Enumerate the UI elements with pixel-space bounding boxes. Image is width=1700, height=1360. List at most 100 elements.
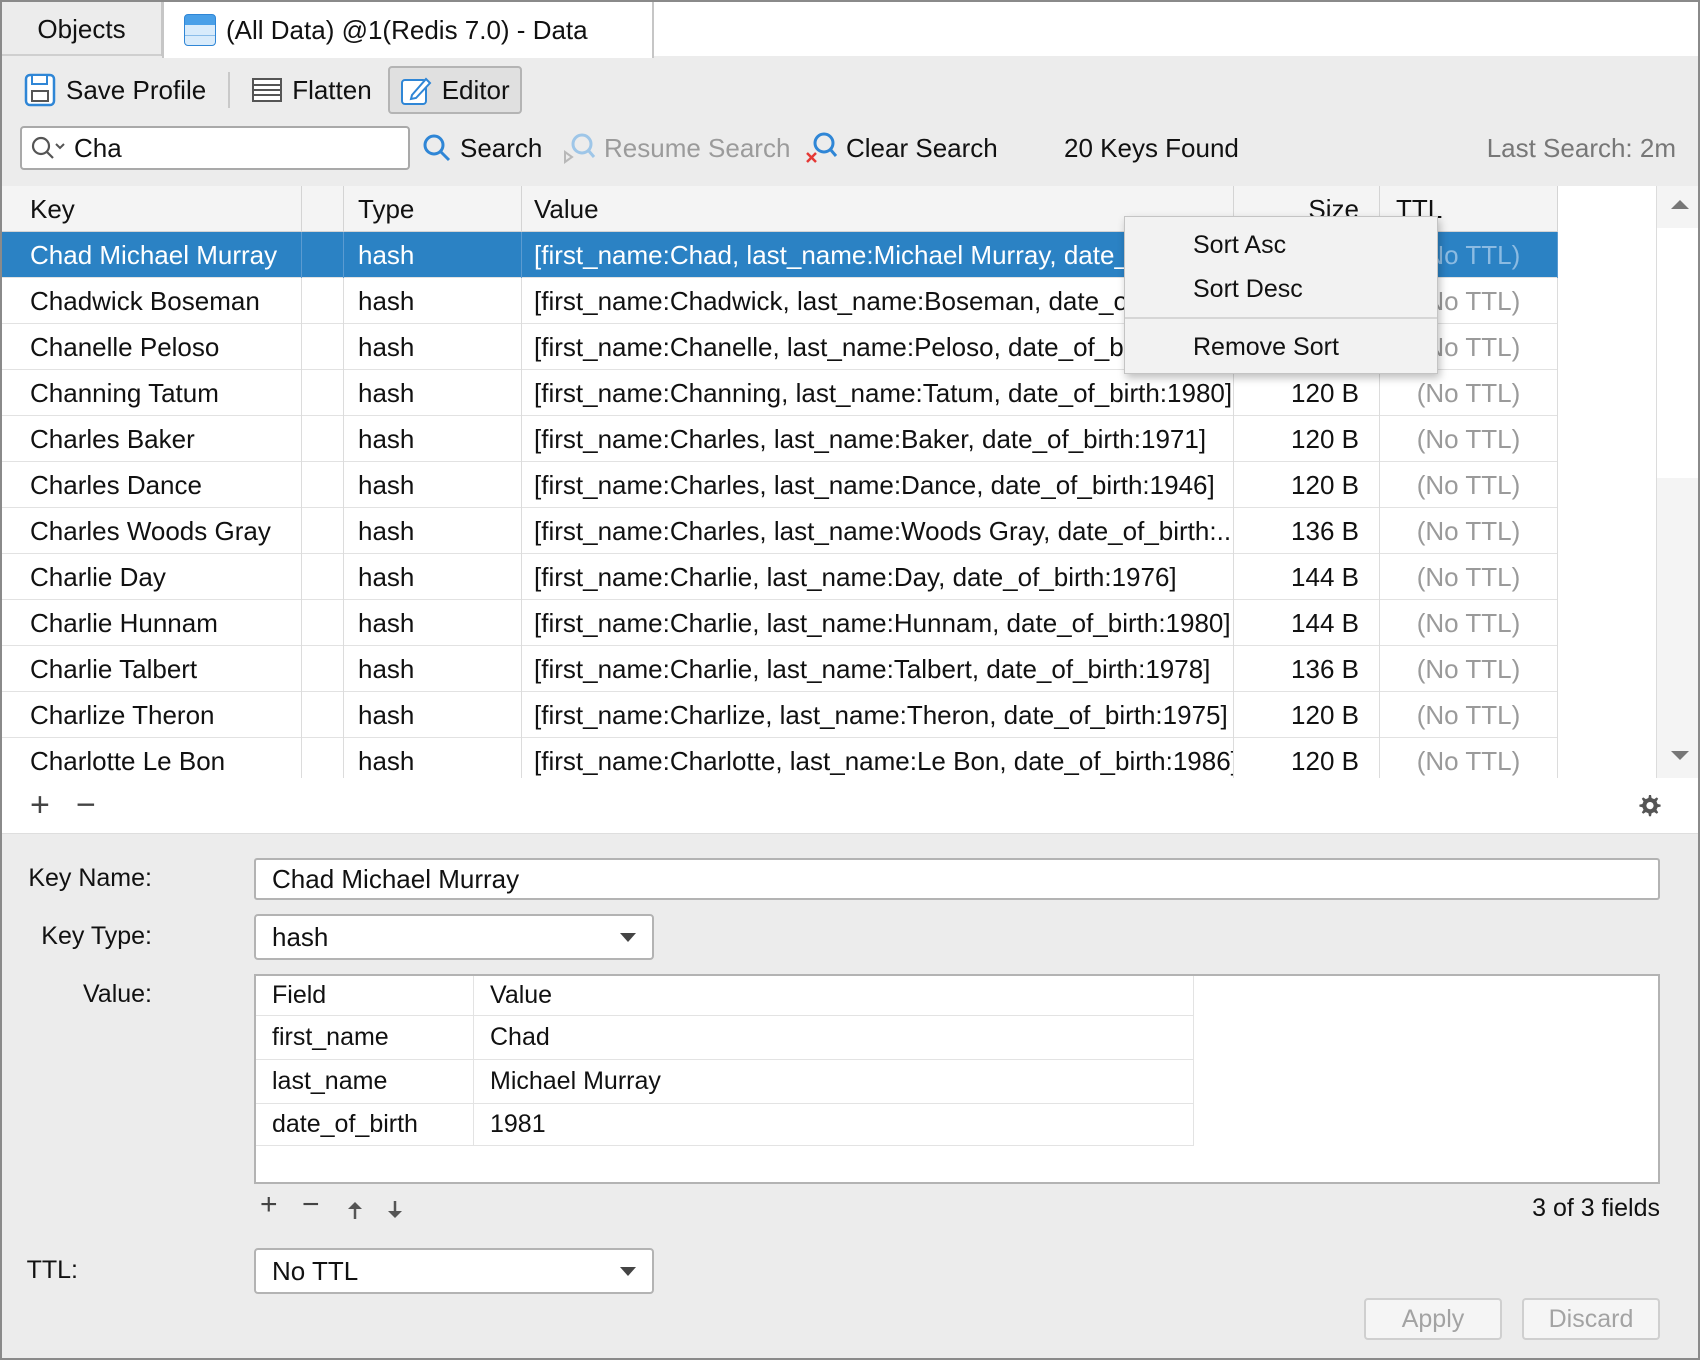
search-button-label: Search — [460, 132, 543, 163]
table-row[interactable]: Charles Dance hash [first_name:Charles, … — [2, 462, 1558, 508]
table-row[interactable]: Charlize Theron hash [first_name:Charliz… — [2, 692, 1558, 738]
vertical-scrollbar[interactable] — [1656, 186, 1698, 778]
table-row[interactable]: Charles Woods Gray hash [first_name:Char… — [2, 508, 1558, 554]
size-cell: 144 B — [1234, 554, 1380, 600]
blank-cell — [302, 278, 344, 324]
blank-cell — [302, 508, 344, 554]
editor-button[interactable]: Editor — [387, 66, 522, 114]
type-cell: hash — [344, 278, 522, 324]
size-cell: 144 B — [1234, 600, 1380, 646]
flatten-label: Flatten — [292, 74, 372, 105]
key-type-label: Key Type: — [41, 922, 152, 950]
remove-field-icon[interactable]: − — [302, 1190, 320, 1220]
value-column-header[interactable]: Value — [474, 976, 1194, 1015]
settings-gear-icon[interactable] — [1638, 794, 1662, 818]
column-header-key[interactable]: Key — [2, 186, 302, 232]
key-cell: Chad Michael Murray — [2, 232, 302, 278]
last-search-time: Last Search: 2m — [1486, 133, 1676, 163]
search-icon — [423, 134, 451, 162]
move-up-icon[interactable] — [346, 1200, 364, 1220]
add-field-icon[interactable]: + — [260, 1190, 278, 1220]
hash-row[interactable]: last_name Michael Murray — [256, 1060, 1194, 1104]
move-down-icon[interactable] — [386, 1200, 404, 1220]
column-header-type[interactable]: Type — [344, 186, 522, 232]
table-row[interactable]: Charles Baker hash [first_name:Charles, … — [2, 416, 1558, 462]
type-cell: hash — [344, 600, 522, 646]
search-input[interactable]: Cha — [20, 126, 410, 170]
ttl-cell: (No TTL) — [1380, 692, 1558, 738]
remove-key-icon[interactable]: − — [76, 788, 96, 822]
ttl-select[interactable]: No TTL — [254, 1248, 654, 1294]
discard-button[interactable]: Discard — [1522, 1298, 1660, 1340]
type-cell: hash — [344, 646, 522, 692]
hash-row[interactable]: date_of_birth 1981 — [256, 1104, 1194, 1146]
menu-item-sort-asc[interactable]: Sort Asc — [1193, 225, 1286, 265]
resume-search-label: Resume Search — [604, 132, 791, 163]
type-cell: hash — [344, 508, 522, 554]
sort-context-menu: Sort Asc Sort Desc Remove Sort — [1124, 216, 1438, 374]
tab-data[interactable]: (All Data) @1(Redis 7.0) - Data — [162, 2, 654, 58]
value-cell: [first_name:Charlie, last_name:Hunnam, d… — [522, 600, 1234, 646]
key-cell: Charlie Day — [2, 554, 302, 600]
value-cell: [first_name:Charlie, last_name:Day, date… — [522, 554, 1234, 600]
key-cell: Chadwick Boseman — [2, 278, 302, 324]
ttl-cell: (No TTL) — [1380, 416, 1558, 462]
hash-row[interactable]: first_name Chad — [256, 1016, 1194, 1060]
blank-cell — [302, 554, 344, 600]
ttl-cell: (No TTL) — [1380, 600, 1558, 646]
type-cell: hash — [344, 554, 522, 600]
apply-button[interactable]: Apply — [1364, 1298, 1502, 1340]
scroll-down-icon[interactable] — [1671, 751, 1689, 760]
value-cell: [first_name:Charles, last_name:Woods Gra… — [522, 508, 1234, 554]
table-actions-bar: + − — [2, 778, 1698, 834]
table-row[interactable]: Charlie Hunnam hash [first_name:Charlie,… — [2, 600, 1558, 646]
save-profile-label: Save Profile — [66, 74, 207, 105]
key-cell: Channing Tatum — [2, 370, 302, 416]
blank-cell — [302, 646, 344, 692]
save-profile-button[interactable]: Save Profile — [18, 66, 212, 114]
key-cell: Charlie Hunnam — [2, 600, 302, 646]
table-row[interactable]: Charlie Day hash [first_name:Charlie, la… — [2, 554, 1558, 600]
ttl-cell: (No TTL) — [1380, 370, 1558, 416]
hash-field-cell: first_name — [256, 1016, 474, 1059]
value-cell: [first_name:Charlotte, last_name:Le Bon,… — [522, 738, 1234, 778]
resume-search-button[interactable]: Resume Search — [562, 128, 790, 168]
field-column-header[interactable]: Field — [256, 976, 474, 1015]
blank-cell — [302, 416, 344, 462]
table-row[interactable]: Channing Tatum hash [first_name:Channing… — [2, 370, 1558, 416]
keys-found-count: 20 Keys Found — [1064, 133, 1239, 163]
menu-item-remove-sort[interactable]: Remove Sort — [1193, 327, 1339, 367]
add-key-icon[interactable]: + — [30, 788, 50, 822]
key-cell: Charles Dance — [2, 462, 302, 508]
blank-cell — [302, 324, 344, 370]
type-cell: hash — [344, 462, 522, 508]
tab-objects[interactable]: Objects — [2, 2, 162, 56]
type-cell: hash — [344, 232, 522, 278]
hash-value-cell: Chad — [474, 1016, 1194, 1059]
key-type-select[interactable]: hash — [254, 914, 654, 960]
flatten-button[interactable]: Flatten — [246, 66, 378, 114]
key-type-value: hash — [272, 921, 329, 952]
search-options-icon[interactable] — [30, 135, 66, 161]
search-input-value: Cha — [74, 132, 122, 163]
menu-item-sort-desc[interactable]: Sort Desc — [1193, 269, 1303, 309]
hash-table-header: Field Value — [256, 976, 1194, 1016]
value-cell: [first_name:Channing, last_name:Tatum, d… — [522, 370, 1234, 416]
table-row[interactable]: Charlotte Le Bon hash [first_name:Charlo… — [2, 738, 1558, 778]
key-cell: Charlotte Le Bon — [2, 738, 302, 778]
ttl-select-value: No TTL — [272, 1255, 359, 1286]
key-cell: Charlie Talbert — [2, 646, 302, 692]
type-cell: hash — [344, 324, 522, 370]
table-icon — [184, 14, 216, 46]
scroll-up-icon[interactable] — [1671, 200, 1689, 209]
key-name-field[interactable]: Chad Michael Murray — [254, 858, 1660, 900]
fields-count: 3 of 3 fields — [1532, 1194, 1660, 1222]
clear-search-button[interactable]: Clear Search — [804, 128, 998, 168]
size-cell: 120 B — [1234, 462, 1380, 508]
column-header-blank[interactable] — [302, 186, 344, 232]
search-button[interactable]: Search — [422, 128, 542, 168]
value-cell: [first_name:Charles, last_name:Dance, da… — [522, 462, 1234, 508]
table-row[interactable]: Charlie Talbert hash [first_name:Charlie… — [2, 646, 1558, 692]
blank-cell — [302, 232, 344, 278]
scroll-thumb[interactable] — [1657, 228, 1698, 478]
